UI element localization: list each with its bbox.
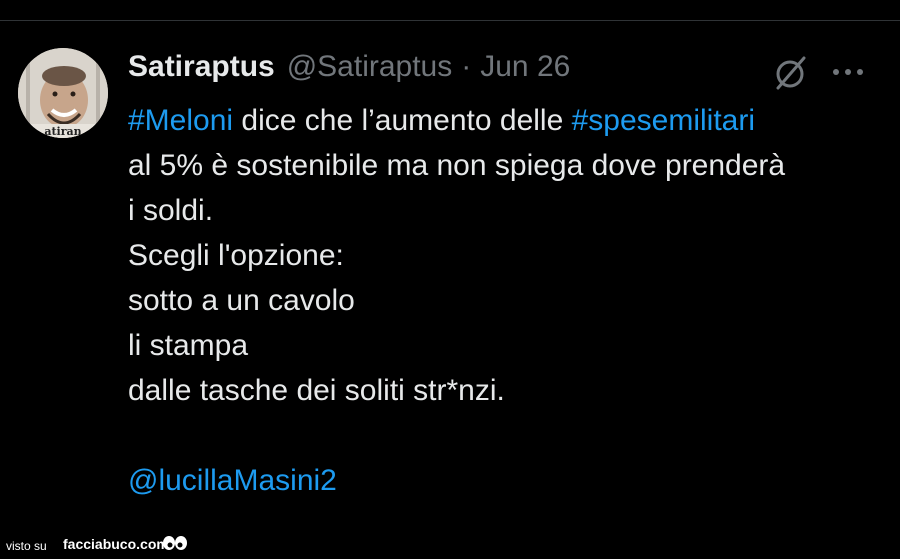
tweet-header: Satiraptus @Satiraptus · Jun 26 [128,50,570,90]
avatar-caption: atiran [44,125,81,138]
separator-dot: · [461,50,472,83]
more-options-icon[interactable] [830,64,866,80]
tweet-text-fragment: dice che l’aumento delle [233,104,572,137]
eyes-logo-icon [163,536,187,550]
avatar-image: atiran [18,48,108,138]
tweet-line-2: al 5% è sostenibile ma non spiega dove p… [128,149,786,182]
tweet-line-5: sotto a un cavolo [128,284,355,317]
hashtag-meloni[interactable]: #Meloni [128,104,233,137]
tweet-line-7: dalle tasche dei soliti str*nzi. [128,374,505,407]
top-divider [0,20,900,21]
watermark-bar: visto su facciabuco.com [0,531,900,559]
tweet-line-4: Scegli l'opzione: [128,239,344,272]
tweet-line-1: #Meloni dice che l’aumento delle #spesem… [128,98,888,143]
grok-icon[interactable] [770,53,810,93]
mention-link[interactable]: @lucillaMasini2 [128,458,888,503]
hashtag-spesemilitari[interactable]: #spesemilitari [572,104,755,137]
tweet-line-3: i soldi. [128,194,214,227]
author-name[interactable]: Satiraptus [128,50,275,84]
author-handle[interactable]: @Satiraptus [287,50,453,84]
tweet-line-6: li stampa [128,329,249,362]
tweet-date[interactable]: Jun 26 [480,50,570,84]
watermark-prefix: visto su [6,539,47,553]
avatar[interactable]: atiran [18,48,108,138]
watermark-brand: facciabuco.com [63,536,169,552]
tweet-text: #Meloni dice che l’aumento delle #spesem… [128,98,888,503]
